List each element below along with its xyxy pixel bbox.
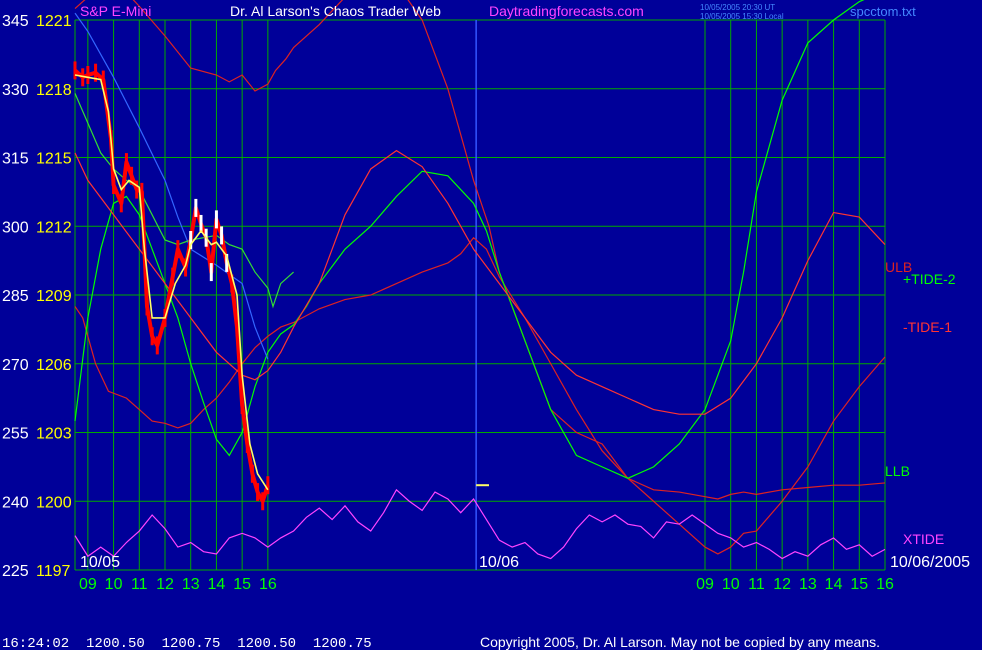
time-axis-label: 12 bbox=[773, 576, 791, 593]
time-axis-label: 11 bbox=[748, 576, 765, 593]
price-axis-label: 1215 bbox=[36, 151, 72, 168]
timestamp-ut: 10/05/2005 20:30 UT bbox=[700, 3, 775, 12]
time-axis-label: 09 bbox=[696, 576, 714, 593]
tide-axis-label: 285 bbox=[2, 288, 29, 305]
legend-label-tide1: -TIDE-1 bbox=[903, 319, 952, 335]
legend-label-xtide: XTIDE bbox=[903, 531, 944, 547]
time-axis-label: 10 bbox=[105, 576, 123, 593]
time-axis-label: 09 bbox=[79, 576, 97, 593]
time-axis-label: 10 bbox=[722, 576, 740, 593]
tide-axis-label: 240 bbox=[2, 494, 29, 511]
copyright-notice: Copyright 2005, Dr. Al Larson. May not b… bbox=[480, 634, 880, 650]
date-label: 10/05 bbox=[80, 554, 120, 571]
time-axis-label: 16 bbox=[876, 576, 894, 593]
price-axis-label: 1197 bbox=[36, 563, 71, 580]
date-label: 10/06 bbox=[479, 554, 519, 571]
tide-axis-label: 225 bbox=[2, 563, 29, 580]
price-axis-label: 1203 bbox=[36, 426, 72, 443]
legend-label-tide2: +TIDE-2 bbox=[903, 271, 956, 287]
price-axis-label: 1200 bbox=[36, 494, 72, 511]
price-axis-label: 1221 bbox=[36, 13, 72, 30]
quote-readout: 16:24:02 1200.50 1200.75 1200.50 1200.75 bbox=[2, 636, 372, 650]
chaos-trader-chart: 345 1221330 1218315 1215300 1212285 1209270 12… bbox=[0, 0, 982, 650]
tide-axis-label: 345 bbox=[2, 13, 29, 30]
time-axis-label: 15 bbox=[850, 576, 868, 593]
time-axis-label: 13 bbox=[799, 576, 817, 593]
site-link[interactable]: Daytradingforecasts.com bbox=[489, 3, 644, 19]
instrument-label: S&P E-Mini bbox=[80, 3, 151, 19]
background bbox=[0, 0, 982, 650]
time-axis-label: 11 bbox=[131, 576, 148, 593]
time-axis-label: 12 bbox=[156, 576, 174, 593]
time-axis-label: 13 bbox=[182, 576, 200, 593]
legend-label-llb: LLB bbox=[885, 463, 910, 479]
data-filename: spcctom.txt bbox=[850, 4, 916, 19]
time-axis-label: 15 bbox=[233, 576, 251, 593]
price-axis-label: 1206 bbox=[36, 357, 72, 374]
tide-axis-label: 270 bbox=[2, 357, 29, 374]
chart-title: Dr. Al Larson's Chaos Trader Web bbox=[230, 3, 441, 19]
tide-axis-label: 300 bbox=[2, 219, 29, 236]
time-axis-label: 16 bbox=[259, 576, 277, 593]
timestamp-local: 10/05/2005 15:30 Local bbox=[700, 12, 784, 21]
time-axis-label: 14 bbox=[208, 576, 226, 593]
time-axis-label: 14 bbox=[825, 576, 843, 593]
price-axis-label: 1209 bbox=[36, 288, 72, 305]
price-axis-label: 1218 bbox=[36, 82, 72, 99]
tide-axis-label: 330 bbox=[2, 82, 29, 99]
price-axis-label: 1212 bbox=[36, 219, 72, 236]
tide-axis-label: 255 bbox=[2, 426, 29, 443]
tide-axis-label: 315 bbox=[2, 151, 29, 168]
date-label: 10/06/2005 bbox=[890, 554, 970, 571]
